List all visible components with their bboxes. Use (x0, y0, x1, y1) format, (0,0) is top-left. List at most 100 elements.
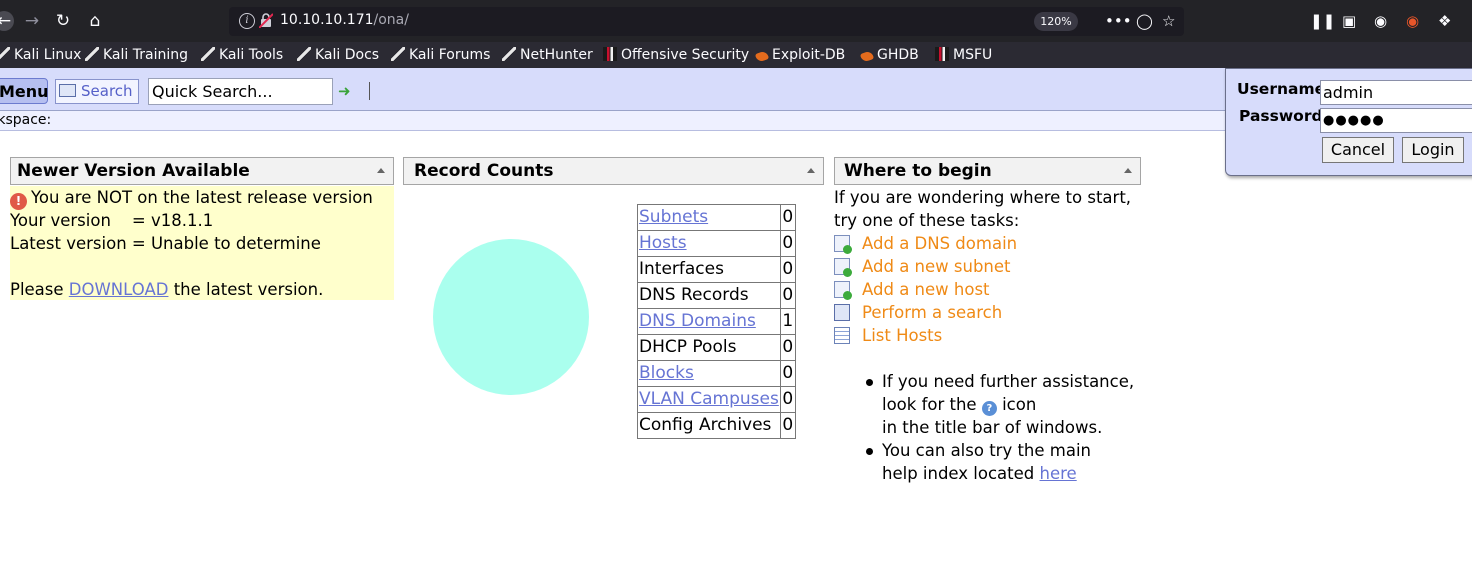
zoom-indicator[interactable]: 120% (1034, 12, 1078, 31)
bookmark-kali-training[interactable]: Kali Training (85, 45, 188, 65)
bullet (866, 379, 873, 386)
version-panel-title: Newer Version Available (17, 161, 250, 181)
latest-version: Latest version = Unable to determine (10, 234, 321, 253)
intro-line-1: If you are wondering where to start, (834, 188, 1132, 207)
record-type-link[interactable]: Hosts (639, 233, 687, 253)
bookmark-kali-docs[interactable]: Kali Docs (297, 45, 379, 65)
begin-panel-title: Where to begin (844, 161, 992, 181)
collapse-arrow-icon[interactable] (377, 168, 385, 173)
counts-panel-title: Record Counts (414, 161, 554, 181)
record-type-cell: DNS Records (637, 282, 781, 309)
begin-panel-header[interactable]: Where to begin (834, 157, 1141, 185)
record-type-label: DHCP Pools (639, 337, 737, 357)
cancel-button[interactable]: Cancel (1322, 137, 1394, 163)
download-message: Please DOWNLOAD the latest version. (10, 280, 324, 299)
record-count-row: DHCP Pools 0 (637, 334, 796, 361)
bookmark-kali-tools[interactable]: Kali Tools (201, 45, 283, 65)
record-counts-pie (433, 239, 589, 395)
counts-panel-header[interactable]: Record Counts (403, 157, 824, 185)
quick-search-input[interactable] (148, 78, 333, 105)
record-type-label: Interfaces (639, 259, 724, 279)
add-page-icon (834, 281, 852, 300)
record-count-row: DNS Records 0 (637, 282, 796, 309)
bookmark-ghdb[interactable]: GHDB (859, 45, 919, 65)
bookmark-kali-forums[interactable]: Kali Forums (391, 45, 490, 65)
insecure-lock-icon[interactable] (259, 13, 273, 28)
record-type-label: DNS Records (639, 285, 749, 305)
help-index-link[interactable]: here (1040, 464, 1077, 483)
record-count-cell: 0 (779, 386, 796, 413)
url-bar[interactable]: i 10.10.10.171/ona/ 120% ••• ◯ ☆ (229, 7, 1184, 36)
extension-2-icon[interactable]: ❖ (1438, 11, 1451, 31)
warning-icon: ! (10, 193, 27, 210)
username-label: Username (1237, 80, 1326, 98)
download-link[interactable]: DOWNLOAD (69, 280, 169, 299)
record-type-link[interactable]: DNS Domains (639, 311, 756, 331)
version-panel-header[interactable]: Newer Version Available (10, 157, 394, 185)
collapse-arrow-icon[interactable] (807, 168, 815, 173)
forward-button[interactable]: → (21, 10, 43, 32)
search-button[interactable]: Search (55, 79, 139, 104)
help-index-line-1: You can also try the main (882, 441, 1092, 460)
record-type-cell: Config Archives (637, 412, 781, 439)
intro-line-2: try one of these tasks: (834, 211, 1020, 230)
url-text[interactable]: 10.10.10.171/ona/ (280, 12, 409, 28)
home-button[interactable]: ⌂ (84, 10, 106, 32)
info-icon[interactable]: i (239, 13, 255, 29)
browser-toolbar: ← → ↻ ⌂ i 10.10.10.171/ona/ 120% ••• ◯ ☆… (0, 0, 1472, 42)
bookmark-msfu[interactable]: MSFU (935, 45, 992, 65)
bookmark-kali-linux[interactable]: Kali Linux (0, 45, 81, 65)
collapse-arrow-icon[interactable] (1124, 168, 1132, 173)
list-icon (834, 327, 850, 344)
record-count-cell: 1 (779, 308, 796, 335)
login-button[interactable]: Login (1402, 137, 1464, 163)
workspace-label: Workspace: (0, 112, 52, 128)
help-line-2: look for the ? icon (882, 395, 1037, 416)
bookmarks-bar: Kali Linux Kali Training Kali Tools Kali… (0, 42, 1472, 68)
bookmark-star-icon[interactable]: ☆ (1162, 11, 1175, 31)
help-icon: ? (981, 401, 997, 416)
kali-dragon-icon (0, 47, 10, 61)
record-type-link[interactable]: Blocks (639, 363, 694, 383)
task-perform-search[interactable]: Perform a search (834, 301, 1002, 324)
bookmark-exploit-db[interactable]: Exploit-DB (754, 45, 845, 65)
menu-button[interactable]: Menu (0, 78, 49, 104)
add-page-icon (834, 258, 852, 277)
record-count-cell: 0 (779, 282, 796, 309)
pocket-icon[interactable]: ◯ (1136, 11, 1153, 31)
bookmark-nethunter[interactable]: NetHunter (502, 45, 593, 65)
username-input[interactable] (1320, 80, 1472, 105)
sidebar-icon[interactable]: ▣ (1342, 11, 1356, 31)
password-input[interactable]: ●●●●● (1320, 108, 1472, 133)
library-icon[interactable]: ❚❚ (1310, 11, 1335, 31)
go-arrow-icon[interactable]: ➜ (338, 82, 351, 100)
record-count-cell: 0 (779, 256, 796, 283)
search-form-icon (59, 84, 76, 97)
kali-dragon-icon (502, 47, 516, 61)
add-page-icon (834, 235, 852, 254)
task-add-dns-domain[interactable]: Add a DNS domain (834, 232, 1017, 255)
help-index-line-2: help index located here (882, 464, 1077, 483)
record-type-link[interactable]: Subnets (639, 207, 708, 227)
back-button[interactable]: ← (0, 11, 14, 31)
record-count-row: Config Archives 0 (637, 412, 796, 439)
task-list-hosts[interactable]: List Hosts (834, 324, 942, 347)
record-count-row: Interfaces 0 (637, 256, 796, 283)
kali-dragon-icon (391, 47, 405, 61)
record-type-link[interactable]: VLAN Campuses (639, 389, 779, 409)
help-line-1: If you need further assistance, (882, 372, 1135, 391)
page-actions-icon[interactable]: ••• (1105, 11, 1132, 31)
reload-button[interactable]: ↻ (52, 10, 74, 32)
account-icon[interactable]: ◉ (1374, 11, 1387, 31)
record-count-cell: 0 (779, 334, 796, 361)
extension-icon[interactable]: ◉ (1406, 11, 1419, 31)
task-add-subnet[interactable]: Add a new subnet (834, 255, 1011, 278)
password-label: Password (1239, 107, 1323, 125)
record-count-row: Blocks 0 (637, 360, 796, 387)
task-add-host[interactable]: Add a new host (834, 278, 990, 301)
kali-dragon-icon (85, 47, 99, 61)
record-type-cell: Hosts (637, 230, 781, 257)
bookmark-offensive-security[interactable]: Offensive Security (603, 45, 749, 65)
record-type-cell: Blocks (637, 360, 781, 387)
search-form-icon (834, 304, 850, 321)
